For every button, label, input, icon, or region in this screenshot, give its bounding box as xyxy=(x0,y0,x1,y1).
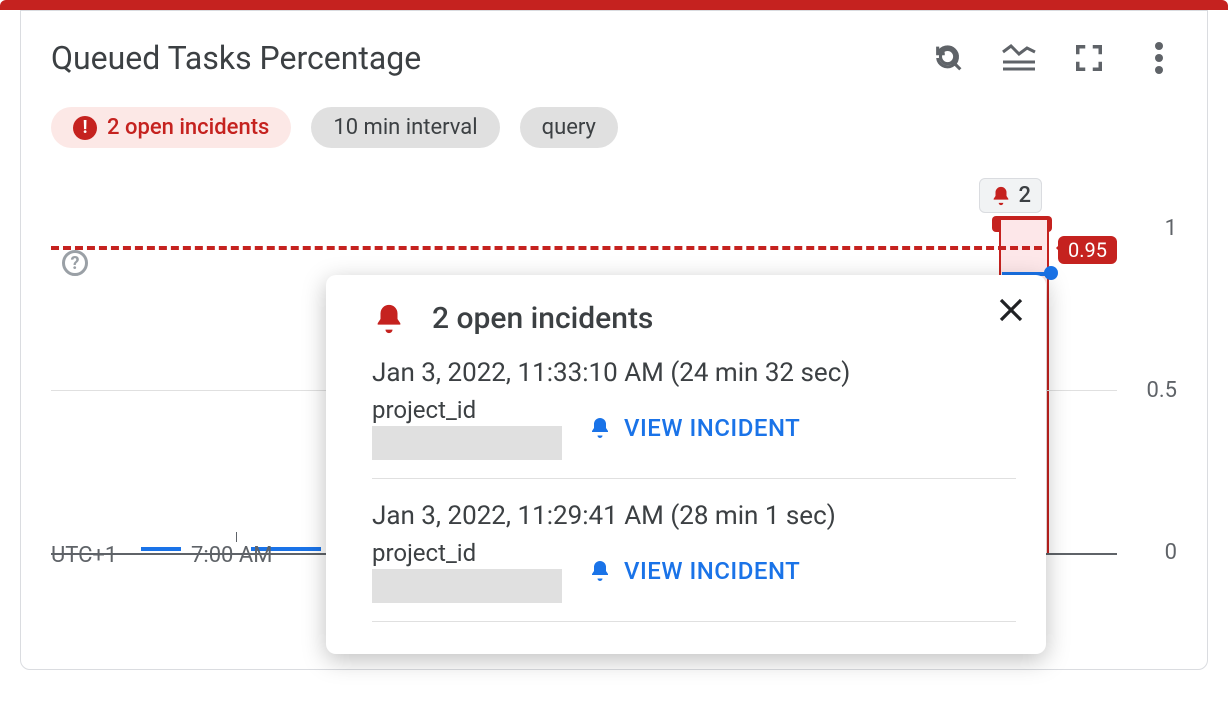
series-point xyxy=(1044,266,1058,280)
close-button[interactable] xyxy=(996,295,1026,325)
view-incident-link[interactable]: VIEW INCIDENT xyxy=(588,557,800,585)
incidents-chip-label: 2 open incidents xyxy=(107,115,269,140)
chip-row: ! 2 open incidents 10 min interval query xyxy=(51,107,1177,148)
incident-field-label: project_id xyxy=(372,396,562,424)
timezone-label: UTC+1 xyxy=(51,543,117,568)
x-tick-mark xyxy=(236,532,237,542)
incident-field-label: project_id xyxy=(372,539,562,567)
y-tick-0: 0 xyxy=(1165,540,1177,565)
popover-header: 2 open incidents xyxy=(372,301,1016,336)
alert-count-value: 2 xyxy=(1018,183,1031,208)
reset-zoom-icon[interactable] xyxy=(931,40,967,76)
view-incident-label: VIEW INCIDENT xyxy=(624,557,800,585)
fullscreen-icon[interactable] xyxy=(1071,40,1107,76)
bell-icon xyxy=(588,559,612,583)
query-chip[interactable]: query xyxy=(520,107,618,148)
incident-timestamp: Jan 3, 2022, 11:33:10 AM (24 min 32 sec) xyxy=(372,358,1016,388)
card-header: Queued Tasks Percentage xyxy=(51,39,1177,77)
incident-timestamp: Jan 3, 2022, 11:29:41 AM (28 min 1 sec) xyxy=(372,501,1016,531)
threshold-value-label: 0.95 xyxy=(1058,236,1117,264)
popover-title: 2 open incidents xyxy=(432,301,653,336)
bell-icon xyxy=(990,185,1012,207)
threshold-line xyxy=(51,246,1042,250)
view-incident-link[interactable]: VIEW INCIDENT xyxy=(588,414,800,442)
interval-chip[interactable]: 10 min interval xyxy=(311,107,499,148)
redacted-value xyxy=(372,569,562,603)
y-tick-1: 1 xyxy=(1165,216,1177,241)
incident-item: Jan 3, 2022, 11:33:10 AM (24 min 32 sec)… xyxy=(372,358,1016,479)
incidents-chip[interactable]: ! 2 open incidents xyxy=(51,107,291,148)
view-incident-label: VIEW INCIDENT xyxy=(624,414,800,442)
y-tick-0-5: 0.5 xyxy=(1146,378,1177,403)
redacted-value xyxy=(372,426,562,460)
help-icon[interactable]: ? xyxy=(62,250,88,276)
bell-icon xyxy=(588,416,612,440)
bell-icon xyxy=(372,302,406,336)
more-options-icon[interactable] xyxy=(1141,40,1177,76)
x-tick-7am: 7:00 AM xyxy=(191,543,272,568)
page-title: Queued Tasks Percentage xyxy=(51,39,421,77)
header-actions xyxy=(931,40,1177,76)
series-line xyxy=(141,547,181,551)
legend-toggle-icon[interactable] xyxy=(1001,40,1037,76)
incident-item: Jan 3, 2022, 11:29:41 AM (28 min 1 sec) … xyxy=(372,501,1016,622)
alert-top-bar xyxy=(0,0,1228,10)
alert-count-badge[interactable]: 2 xyxy=(979,178,1042,213)
alert-badge-icon: ! xyxy=(73,116,97,140)
incidents-popover: 2 open incidents Jan 3, 2022, 11:33:10 A… xyxy=(326,275,1046,654)
